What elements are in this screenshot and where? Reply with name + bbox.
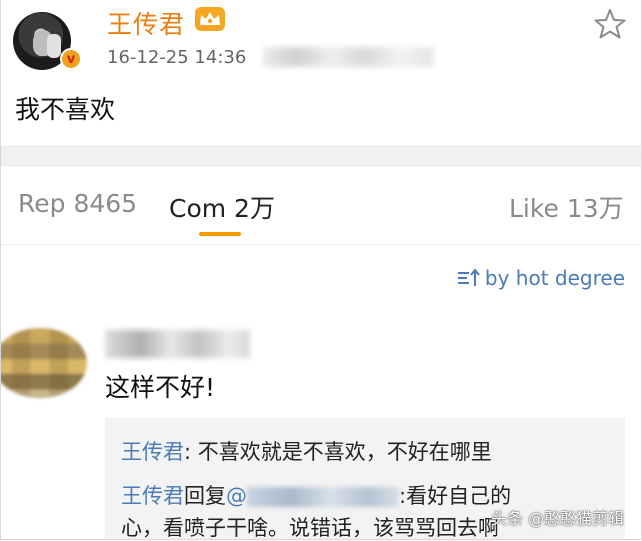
sort-by-hot-button[interactable]: by hot degree (457, 266, 625, 290)
reply-author[interactable]: 王传君 (121, 484, 184, 508)
mention-at: @ (226, 484, 247, 508)
mention-name-blurred (247, 487, 399, 507)
commenter-name-blurred[interactable] (105, 330, 250, 358)
sort-icon (457, 268, 480, 286)
reply-item: 王传君: 不喜欢就是不喜欢，不好在哪里 (121, 436, 492, 466)
commenter-avatar-blurred[interactable] (1, 328, 87, 398)
avatar-hand (47, 34, 61, 58)
tab-divider (1, 244, 641, 245)
tab-likes[interactable]: Like 13万 (509, 189, 624, 225)
post-text: 我不喜欢 (15, 95, 116, 124)
sort-label: by hot degree (484, 266, 625, 290)
reply-text: 不喜欢就是不喜欢，不好在哪里 (197, 440, 492, 464)
tab-reposts[interactable]: Rep 8465 (18, 189, 137, 218)
post-timestamp: 16-12-25 14:36 (107, 47, 247, 68)
reply-continuation: 心，看喷子干啥。说错话，该骂骂回去啊 (121, 516, 499, 540)
mention-link[interactable]: @ (226, 484, 399, 508)
author-name[interactable]: 王传君 (107, 5, 185, 41)
verified-badge-icon: v (60, 48, 82, 70)
weibo-post-page: v 王传君 16-12-25 14:36 我不喜欢 Rep 8465 Com 2… (0, 0, 642, 540)
reply-author[interactable]: 王传君 (121, 440, 184, 464)
reply-word: 回复 (184, 484, 226, 508)
comment-text: 这样不好! (105, 373, 216, 402)
tab-comments[interactable]: Com 2万 (169, 189, 275, 225)
active-tab-indicator (199, 232, 241, 236)
reply-item: 王传君回复@:看好自己的 (121, 480, 511, 510)
post-source-blurred (263, 47, 433, 67)
reply-separator: : (184, 440, 198, 464)
watermark: 头条 @憨憨猫剪辑 (491, 509, 625, 528)
section-divider (1, 146, 641, 166)
favorite-star-icon[interactable] (593, 7, 627, 41)
vip-crown-icon (195, 7, 225, 31)
